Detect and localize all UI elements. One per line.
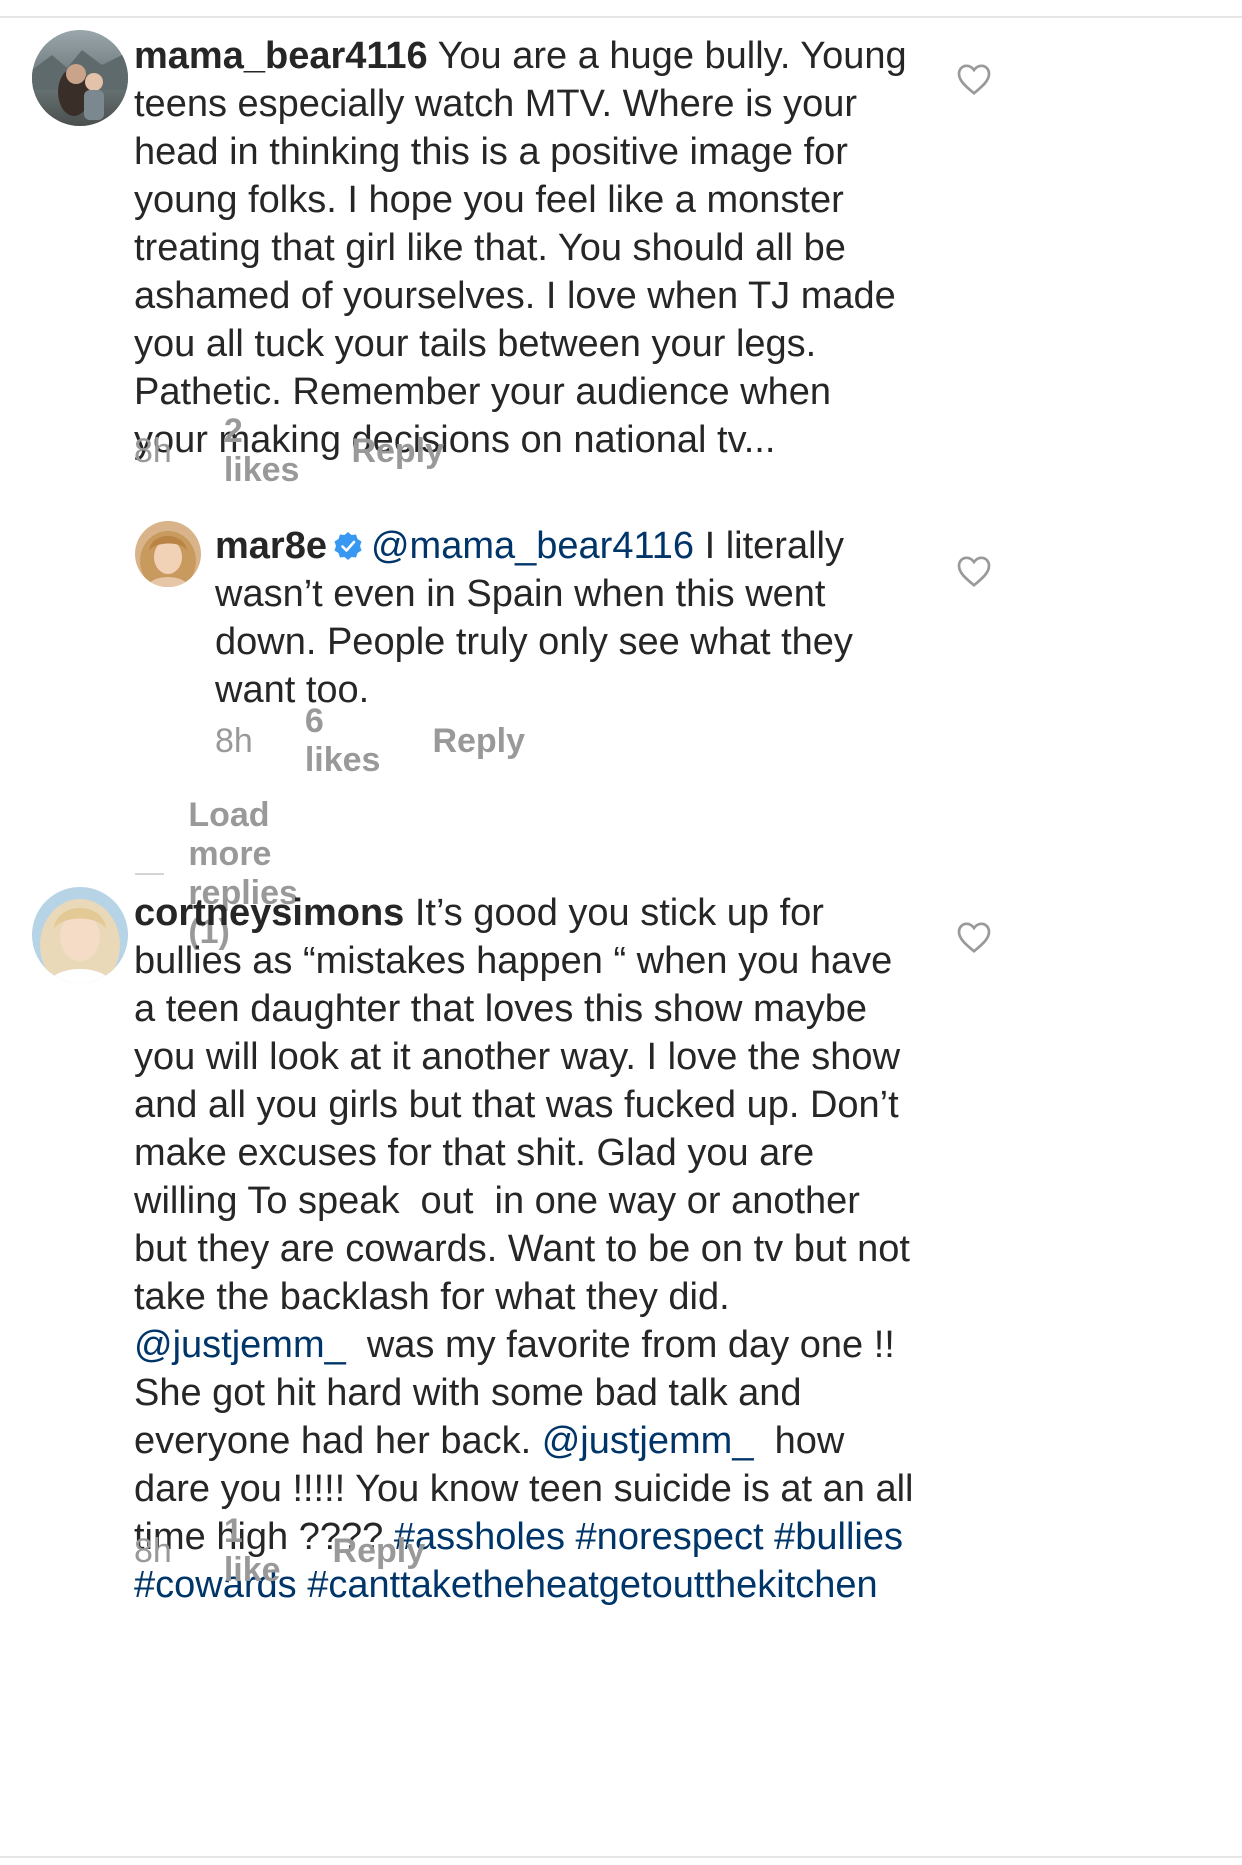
comment-body: mama_bear4116 You are a huge bully. Youn… <box>134 32 914 464</box>
comment-time: 8h <box>134 1531 172 1570</box>
top-divider <box>0 16 1242 18</box>
comment-username[interactable]: mar8e <box>215 525 327 567</box>
reply-button[interactable]: Reply <box>432 722 525 761</box>
load-more-line <box>135 873 165 875</box>
comment-username[interactable]: mama_bear4116 <box>134 35 428 77</box>
bottom-divider <box>0 1856 1242 1858</box>
comment-meta: 8h 2 likes Reply <box>134 412 444 490</box>
hashtag-link[interactable]: #bullies <box>774 1516 903 1558</box>
avatar[interactable] <box>32 30 128 126</box>
comment-likes[interactable]: 2 likes <box>224 412 300 490</box>
reply-button[interactable]: Reply <box>333 1532 426 1571</box>
reply-button[interactable]: Reply <box>351 432 444 471</box>
comment-meta: 8h 6 likes Reply <box>215 702 525 780</box>
heart-outline-icon[interactable] <box>956 554 992 588</box>
comment-meta: 8h 1 like Reply <box>134 1512 425 1590</box>
avatar-image <box>32 30 128 126</box>
comment-username[interactable]: cortneysimons <box>134 892 404 934</box>
comment-time: 8h <box>215 721 253 760</box>
heart-outline-icon[interactable] <box>956 62 992 96</box>
comment-body: mar8e @mama_bear4116 I literally wasn’t e… <box>215 522 915 714</box>
comment-text: It’s good you stick up for bullies as “m… <box>134 892 921 1318</box>
mention-link[interactable]: @justjemm_ <box>134 1324 346 1366</box>
avatar-image <box>135 521 201 587</box>
comment-time: 8h <box>134 431 172 470</box>
comment-likes[interactable]: 6 likes <box>305 702 381 780</box>
avatar[interactable] <box>135 521 201 587</box>
comment-body: cortneysimons It’s good you stick up for… <box>134 889 914 1609</box>
verified-badge-icon <box>334 532 362 560</box>
comment-likes[interactable]: 1 like <box>224 1512 281 1590</box>
heart-outline-icon[interactable] <box>956 920 992 954</box>
mention-link[interactable]: @mama_bear4116 <box>371 525 694 567</box>
hashtag-link[interactable]: #norespect <box>576 1516 764 1558</box>
avatar-image <box>32 887 128 983</box>
comment-text: You are a huge bully. Young teens especi… <box>134 35 918 461</box>
avatar[interactable] <box>32 887 128 983</box>
mention-link[interactable]: @justjemm_ <box>542 1420 754 1462</box>
